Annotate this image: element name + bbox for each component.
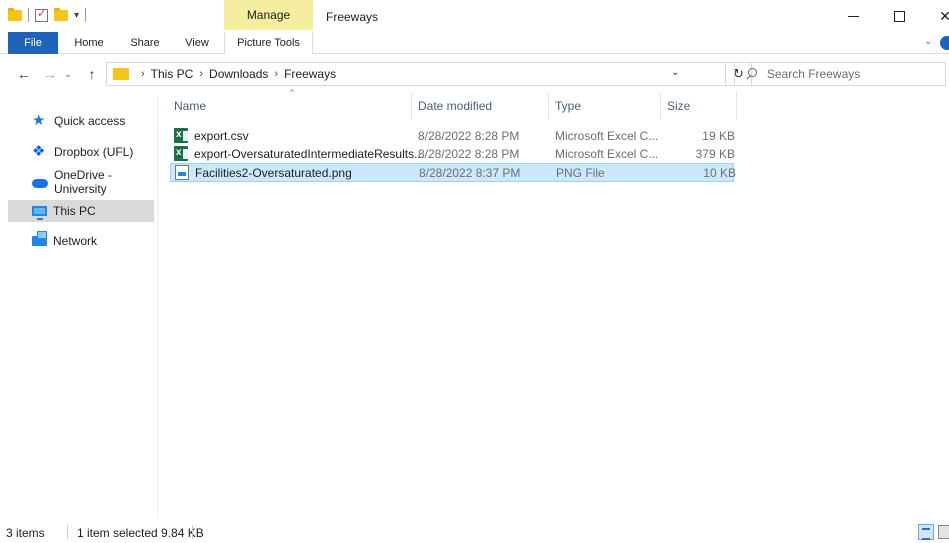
file-type: Microsoft Excel C... <box>555 146 659 161</box>
sidebar-item-label: Network <box>53 234 98 248</box>
breadcrumb-this-pc[interactable]: This PC <box>151 67 194 81</box>
tab-view[interactable]: View <box>176 32 218 54</box>
address-dropdown-icon[interactable]: ⌄ <box>671 67 679 78</box>
address-row: ← → ⌄ ↑ › This PC › Downloads › Freeways… <box>0 60 949 88</box>
file-name: Facilities2-Oversaturated.png <box>195 165 352 180</box>
chevron-right-icon: › <box>141 68 145 80</box>
tab-share[interactable]: Share <box>122 32 168 54</box>
file-date: 8/28/2022 8:28 PM <box>418 128 520 143</box>
file-date: 8/28/2022 8:28 PM <box>418 146 520 161</box>
file-name: export-OversaturatedIntermediateResults.… <box>194 146 424 161</box>
large-icons-view-icon[interactable] <box>938 525 949 539</box>
search-box[interactable] <box>734 62 946 86</box>
arrow-right-icon: → <box>43 66 57 82</box>
expand-ribbon-icon[interactable]: ⌄ <box>924 36 932 47</box>
sidebar-item-label: Quick access <box>54 114 126 128</box>
sidebar-item-label: This PC <box>53 204 96 218</box>
manage-tab-group[interactable]: Manage <box>224 0 313 30</box>
window-title: Freeways <box>326 10 379 24</box>
tab-home[interactable]: Home <box>66 32 112 54</box>
sidebar-item-dropbox[interactable]: Dropbox (UFL) <box>8 141 154 163</box>
file-list: Name ⌃ Date modified Type Size export.cs… <box>168 88 949 512</box>
breadcrumb: › This PC › Downloads › Freeways <box>135 67 336 81</box>
selection-info: 1 item selected 9.84 KB <box>77 526 204 540</box>
excel-icon <box>174 146 188 161</box>
column-header-label: Name <box>174 99 207 113</box>
sidebar-item-network[interactable]: Network <box>8 230 154 252</box>
onedrive-icon <box>32 179 48 188</box>
breadcrumb-downloads[interactable]: Downloads <box>209 67 268 81</box>
chevron-right-icon[interactable]: › <box>274 68 278 80</box>
folder-icon <box>113 68 129 80</box>
toolbar-divider <box>28 8 29 22</box>
maximize-button[interactable] <box>876 0 922 32</box>
back-button[interactable]: ← <box>14 63 34 85</box>
tab-file[interactable]: File <box>8 32 58 54</box>
file-date: 8/28/2022 8:37 PM <box>419 165 521 180</box>
customize-toolbar-icon[interactable]: ▾ <box>74 10 79 21</box>
column-header-name[interactable]: Name ⌃ <box>168 88 412 120</box>
sidebar-item-label: Dropbox (UFL) <box>54 145 134 159</box>
up-button[interactable]: ↑ <box>82 63 102 85</box>
ribbon-tabs: File Home Share View Picture Tools ⌄ <box>0 32 949 54</box>
column-header-type[interactable]: Type <box>549 92 661 120</box>
toolbar-divider <box>85 8 87 22</box>
column-header-label: Type <box>555 99 582 113</box>
properties-icon[interactable] <box>35 7 48 22</box>
tab-picture-tools[interactable]: Picture Tools <box>224 32 313 54</box>
table-row[interactable]: export.csv 8/28/2022 8:28 PM Microsoft E… <box>170 126 735 145</box>
star-icon <box>32 111 48 129</box>
forward-button[interactable]: → <box>40 63 60 85</box>
folder-icon[interactable] <box>8 7 22 21</box>
dropbox-icon <box>32 142 48 160</box>
breadcrumb-freeways[interactable]: Freeways <box>284 67 336 81</box>
sort-ascending-icon: ⌃ <box>288 88 296 98</box>
status-bar: 3 items 1 item selected 9.84 KB <box>0 519 949 543</box>
close-icon: ✕ <box>939 7 949 24</box>
search-input[interactable] <box>766 67 945 81</box>
excel-icon <box>174 128 188 143</box>
address-bar[interactable]: › This PC › Downloads › Freeways ⌄ <box>106 62 726 86</box>
file-type: PNG File <box>556 165 605 180</box>
new-folder-icon[interactable] <box>54 7 68 21</box>
sidebar-item-quick-access[interactable]: Quick access <box>8 110 154 132</box>
minimize-button[interactable] <box>830 0 876 32</box>
file-size: 19 KB <box>702 128 735 143</box>
item-count: 3 items <box>6 526 45 540</box>
file-size: 10 KB <box>703 165 736 180</box>
network-icon <box>32 231 47 246</box>
minimize-icon <box>847 15 859 17</box>
table-row[interactable]: export-OversaturatedIntermediateResults.… <box>170 144 735 163</box>
quick-access-toolbar: ▾ <box>8 7 87 22</box>
search-icon <box>745 68 757 80</box>
recent-locations-button[interactable]: ⌄ <box>60 63 76 85</box>
column-header-label: Date modified <box>418 99 493 113</box>
help-icon[interactable] <box>940 36 949 50</box>
arrow-up-icon: ↑ <box>88 66 96 82</box>
sidebar-item-label: OneDrive - University <box>54 168 113 196</box>
image-file-icon <box>175 165 189 180</box>
file-name: export.csv <box>194 128 249 143</box>
status-divider <box>192 525 193 539</box>
status-divider <box>67 525 68 539</box>
column-header-label: Size <box>667 99 691 113</box>
chevron-down-icon: ⌄ <box>64 68 72 79</box>
this-pc-icon <box>32 206 47 220</box>
maximize-icon <box>893 10 905 22</box>
table-row-selected[interactable]: Facilities2-Oversaturated.png 8/28/2022 … <box>170 163 736 182</box>
details-view-icon[interactable] <box>918 524 934 540</box>
file-size: 379 KB <box>695 146 735 161</box>
sidebar-item-this-pc[interactable]: This PC <box>8 200 154 222</box>
chevron-right-icon[interactable]: › <box>199 68 203 80</box>
arrow-left-icon: ← <box>17 66 31 82</box>
column-header-date-modified[interactable]: Date modified <box>412 92 549 120</box>
title-bar: ▾ Manage Freeways ✕ <box>0 0 949 32</box>
column-header-size[interactable]: Size <box>661 92 737 120</box>
sidebar-item-onedrive[interactable]: OneDrive - University <box>8 168 154 196</box>
navigation-pane: Quick access Dropbox (UFL) OneDrive - Un… <box>0 96 158 516</box>
close-button[interactable]: ✕ <box>922 0 949 32</box>
file-type: Microsoft Excel C... <box>555 128 659 143</box>
